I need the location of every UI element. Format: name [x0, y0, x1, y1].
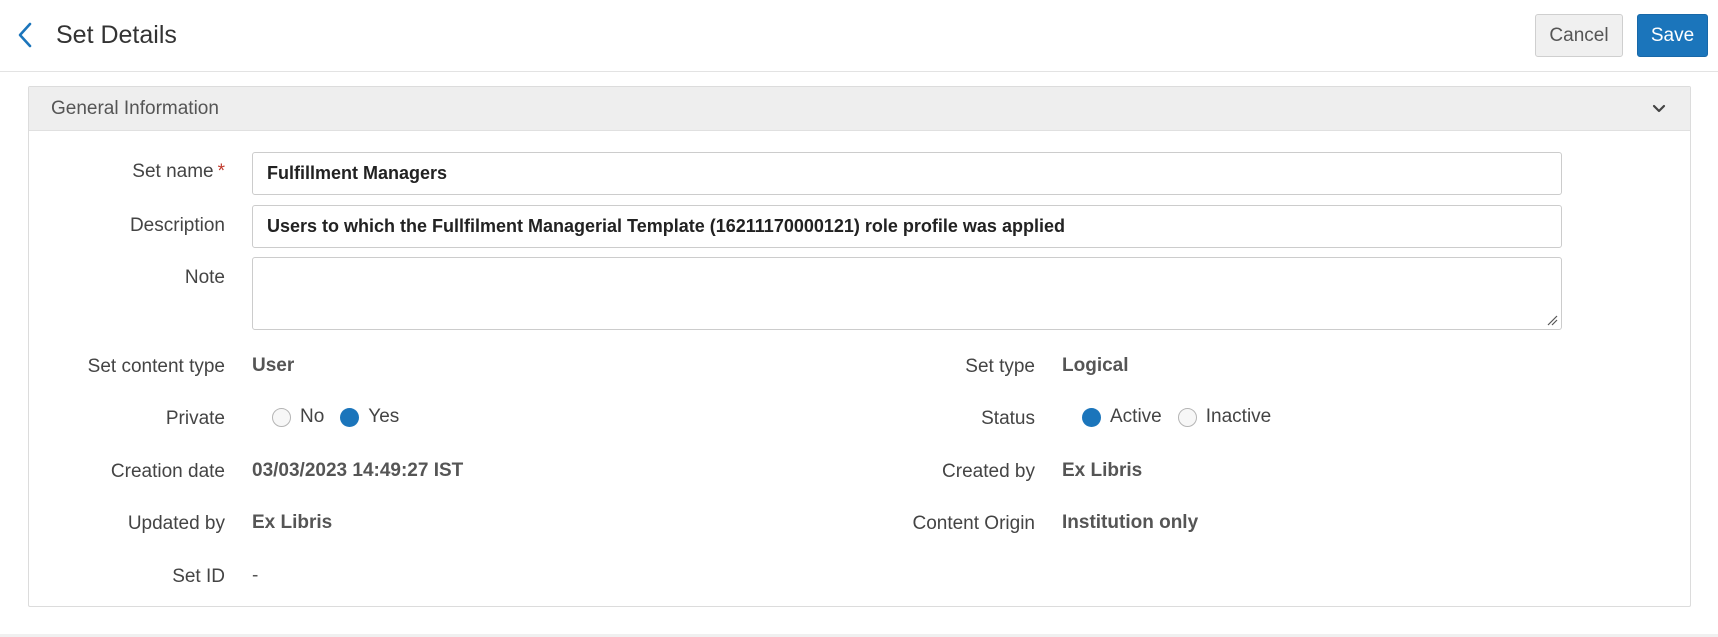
set-name-label: Set name *: [132, 161, 225, 182]
note-label: Note: [184, 267, 225, 288]
status-radio-group: Active Inactive: [1082, 406, 1287, 428]
private-label: Private: [165, 408, 225, 429]
description-input[interactable]: [252, 205, 1562, 248]
private-no-radio[interactable]: [272, 407, 291, 427]
content-origin-value: Institution only: [1062, 512, 1199, 533]
status-inactive-label[interactable]: Inactive: [1206, 406, 1271, 428]
private-radio-group: No Yes: [272, 406, 415, 428]
private-yes-radio[interactable]: [340, 407, 360, 427]
updated-by-label: Updated by: [127, 513, 225, 534]
creation-date-value: 03/03/2023 14:49:27 IST: [252, 460, 464, 481]
note-textarea[interactable]: [252, 257, 1562, 330]
created-by-label: Created by: [942, 461, 1035, 482]
set-id-label: Set ID: [172, 566, 225, 587]
page-title: Set Details: [56, 21, 177, 49]
description-label: Description: [129, 215, 225, 236]
set-content-type-value: User: [252, 355, 295, 376]
created-by-value: Ex Libris: [1062, 460, 1143, 481]
set-type-value: Logical: [1062, 355, 1129, 376]
private-yes-label[interactable]: Yes: [368, 406, 399, 428]
status-active-radio[interactable]: [1082, 407, 1101, 427]
required-asterisk: *: [217, 161, 225, 182]
private-no-label[interactable]: No: [300, 406, 324, 428]
chevron-left-icon: [18, 22, 32, 48]
save-button[interactable]: Save: [1637, 14, 1708, 57]
status-label: Status: [981, 408, 1035, 429]
set-type-label: Set type: [965, 356, 1035, 377]
panel-title: General Information: [51, 98, 219, 119]
chevron-down-icon[interactable]: [1650, 100, 1668, 118]
cancel-button[interactable]: Cancel: [1535, 14, 1623, 57]
status-active-label[interactable]: Active: [1110, 406, 1162, 428]
content-origin-label: Content Origin: [912, 513, 1035, 534]
resize-grip-icon[interactable]: [1546, 314, 1558, 326]
set-content-type-label: Set content type: [87, 356, 225, 377]
set-id-value: -: [252, 565, 259, 586]
updated-by-value: Ex Libris: [252, 512, 333, 533]
back-button[interactable]: [10, 18, 40, 52]
panel-header[interactable]: General Information: [29, 87, 1690, 131]
creation-date-label: Creation date: [110, 461, 225, 482]
page-header: Set Details Cancel Save: [0, 0, 1718, 72]
set-name-input[interactable]: [252, 152, 1562, 195]
status-inactive-radio[interactable]: [1177, 407, 1197, 427]
